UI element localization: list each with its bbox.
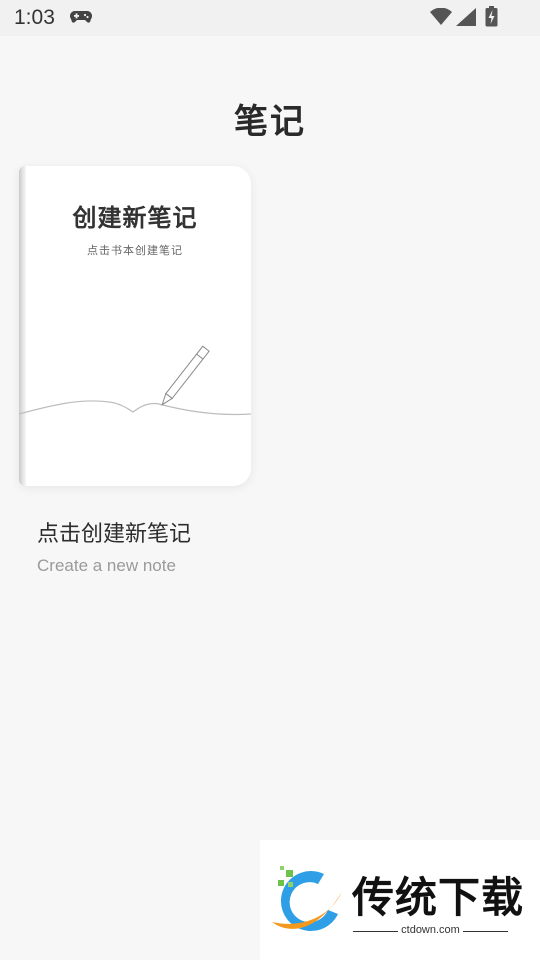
- notebook-cover-title: 创建新笔记: [72, 203, 198, 232]
- wifi-icon: [430, 8, 452, 25]
- watermark-rule-right: [463, 931, 508, 932]
- create-note-notebook[interactable]: 创建新笔记 点击书本创建笔记: [19, 166, 251, 486]
- battery-icon: [485, 6, 498, 27]
- create-note-sublabel: Create a new note: [37, 556, 176, 575]
- page-title: 笔记: [234, 102, 306, 142]
- watermark-url: ctdown.com: [401, 924, 460, 936]
- notebook-cover-subtitle: 点击书本创建笔记: [87, 244, 183, 257]
- gamepad-icon: [70, 11, 92, 23]
- create-note-label[interactable]: 点击创建新笔记: [37, 516, 191, 548]
- status-bar: 1:03: [0, 0, 540, 36]
- watermark-rule-left: [353, 931, 398, 932]
- pencil-illustration: [19, 345, 251, 416]
- status-time: 1:03: [14, 6, 55, 29]
- watermark-name: 传统下载: [352, 873, 525, 922]
- signal-icon: [456, 8, 476, 26]
- watermark-logo-icon: [272, 866, 342, 932]
